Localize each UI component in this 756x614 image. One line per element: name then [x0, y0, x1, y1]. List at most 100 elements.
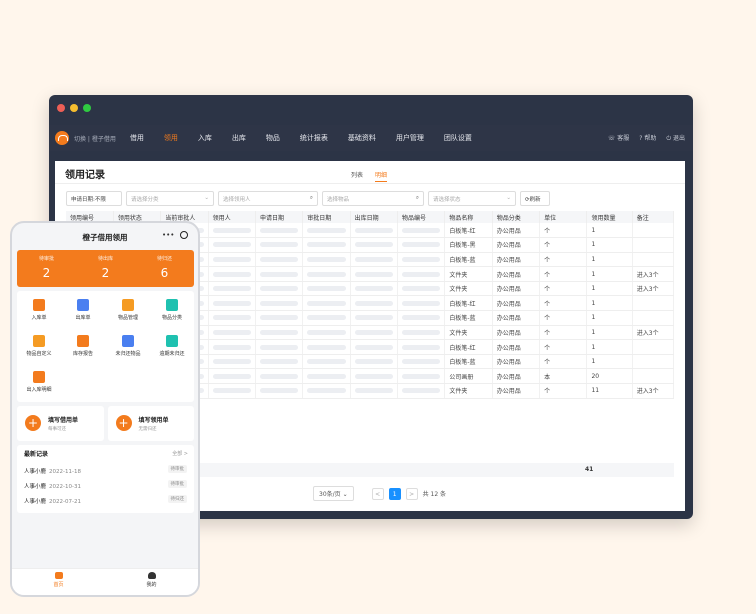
grid-item[interactable]: 未归还物品 — [106, 335, 150, 357]
column-header[interactable]: 审批日期 — [302, 211, 351, 223]
column-header[interactable]: 领用数量 — [586, 211, 633, 223]
placeholder-bar — [354, 271, 394, 277]
cell-placeholder — [397, 281, 446, 297]
nav-item[interactable]: 团队设置 — [444, 133, 472, 143]
nav-item[interactable]: 物品 — [266, 133, 280, 143]
grid-item[interactable]: 出入库明细 — [17, 371, 61, 393]
help-link[interactable]: ? 帮助 — [639, 133, 656, 143]
function-grid: 入库单 出库单 物品管理 物品分类物品自定义 库存报告 未归还物品 逾期未归还出入库明细 — [17, 291, 194, 402]
cell-placeholder — [255, 325, 304, 341]
cell-placeholder — [397, 237, 446, 253]
nav-item[interactable]: 借用 — [130, 133, 144, 143]
grid-item[interactable]: 入库单 — [17, 299, 61, 321]
date-filter[interactable]: 申请日期:不限 — [66, 191, 122, 206]
placeholder-bar — [402, 300, 441, 306]
column-header[interactable]: 物品编号 — [397, 211, 446, 223]
item-input[interactable]: 选择物品 ⌕ — [322, 191, 424, 206]
remark-cell — [632, 354, 675, 370]
tab-mine-label: 我的 — [146, 582, 157, 588]
item-name-cell: 公司画册 — [444, 368, 493, 385]
cell-placeholder — [350, 325, 399, 341]
page-size-select[interactable]: 30条/页 ⌄ — [313, 486, 354, 501]
tab-mine[interactable]: 我的 — [105, 569, 198, 595]
nav-menu: 借用 领用 入库 出库 物品 统计报表 基础资料 用户管理 团队设置 — [130, 133, 492, 143]
category-cell: 办公用品 — [492, 281, 541, 297]
prev-page-button[interactable]: < — [371, 487, 384, 500]
status-select[interactable]: 请选择状态 ⌄ — [428, 191, 516, 206]
page-1-button[interactable]: 1 — [388, 487, 401, 500]
nav-item[interactable]: 用户管理 — [396, 133, 424, 143]
category-cell: 办公用品 — [492, 237, 541, 253]
column-header[interactable]: 出库日期 — [350, 211, 399, 223]
column-header[interactable]: 单位 — [539, 211, 588, 223]
placeholder-bar — [402, 242, 441, 248]
stat-item[interactable]: 待出库 2 — [76, 250, 135, 287]
column-header[interactable]: 申请日期 — [255, 211, 304, 223]
cell-placeholder — [397, 325, 446, 341]
grid-icon — [33, 371, 45, 383]
grid-label: 物品分类 — [161, 315, 182, 321]
action-card[interactable]: + 填写领用单 无需归还 — [107, 406, 194, 441]
search-icon[interactable]: ⌕ — [310, 195, 313, 202]
receiver-input[interactable]: 选择领用人 ⌕ — [218, 191, 318, 206]
placeholder-bar — [402, 286, 441, 292]
stat-label: 待出库 — [97, 256, 113, 262]
placeholder-bar — [212, 315, 251, 321]
tab-detail[interactable]: 明细 — [375, 170, 388, 182]
close-dot[interactable] — [57, 104, 65, 112]
cell-placeholder — [350, 266, 399, 282]
brand-switch[interactable]: 切换 | 橙子借用 — [74, 134, 116, 143]
cell-placeholder — [255, 354, 304, 370]
grid-item[interactable]: 物品管理 — [106, 299, 150, 321]
grid-item[interactable]: 库存报告 — [61, 335, 105, 357]
record-item[interactable]: 人事小鹿 2022-11-18 待审批 — [24, 465, 187, 475]
grid-item[interactable]: 出库单 — [61, 299, 105, 321]
search-icon[interactable]: ⌕ — [416, 195, 419, 202]
stat-label: 待审批 — [38, 256, 54, 262]
record-item[interactable]: 人事小鹿 2022-10-31 待审批 — [24, 480, 187, 490]
tab-home[interactable]: 首页 — [12, 569, 105, 595]
record-item[interactable]: 人事小鹿 2022-07-21 待归还 — [24, 495, 187, 505]
stat-item[interactable]: 待归还 6 — [135, 250, 194, 287]
placeholder-bar — [354, 388, 394, 394]
placeholder-bar — [212, 256, 251, 262]
grid-item[interactable]: 逾期未归还 — [150, 335, 194, 357]
nav-item[interactable]: 出库 — [232, 133, 246, 143]
nav-item[interactable]: 领用 — [164, 133, 178, 143]
cell-placeholder — [208, 368, 256, 385]
logout-link[interactable]: ⏻ 退出 — [666, 133, 685, 143]
next-page-button[interactable]: > — [405, 487, 418, 500]
grid-item[interactable]: 物品分类 — [150, 299, 194, 321]
cell-placeholder — [208, 266, 256, 282]
cell-placeholder — [255, 368, 304, 385]
minimize-dot[interactable] — [70, 104, 78, 112]
quantity-cell: 1 — [586, 354, 633, 370]
total-count: 共 12 条 — [422, 491, 447, 498]
more-icon[interactable]: ••• — [162, 231, 174, 239]
refresh-button[interactable]: ⟳刷新 — [520, 191, 550, 206]
tab-list[interactable]: 列表 — [351, 170, 363, 182]
nav-item[interactable]: 基础资料 — [348, 133, 376, 143]
nav-item[interactable]: 统计报表 — [300, 133, 328, 143]
placeholder-bar — [259, 300, 299, 306]
placeholder-bar — [354, 286, 394, 292]
action-card[interactable]: + 填写借用单 每事可还 — [17, 406, 104, 441]
column-header[interactable]: 领用人 — [208, 211, 256, 223]
column-header[interactable]: 备注 — [632, 211, 675, 223]
placeholder-bar — [402, 315, 441, 321]
grid-item[interactable]: 物品自定义 — [17, 335, 61, 357]
cell-placeholder — [302, 281, 351, 297]
target-icon[interactable] — [180, 231, 188, 239]
column-header[interactable]: 物品分类 — [492, 211, 541, 223]
see-all-link[interactable]: 全部 > — [172, 450, 188, 457]
item-name-cell: 文件夹 — [444, 266, 493, 282]
item-name-cell: 白板笔-蓝 — [444, 310, 493, 326]
grid-icon — [122, 335, 134, 347]
nav-item[interactable]: 入库 — [198, 133, 212, 143]
maximize-dot[interactable] — [83, 104, 91, 112]
cell-placeholder — [397, 266, 446, 282]
category-select[interactable]: 请选择分类 ⌄ — [126, 191, 214, 206]
support-link[interactable]: ☏ 客服 — [608, 133, 629, 143]
stat-item[interactable]: 待审批 2 — [17, 250, 76, 287]
column-header[interactable]: 物品名称 — [444, 211, 493, 223]
